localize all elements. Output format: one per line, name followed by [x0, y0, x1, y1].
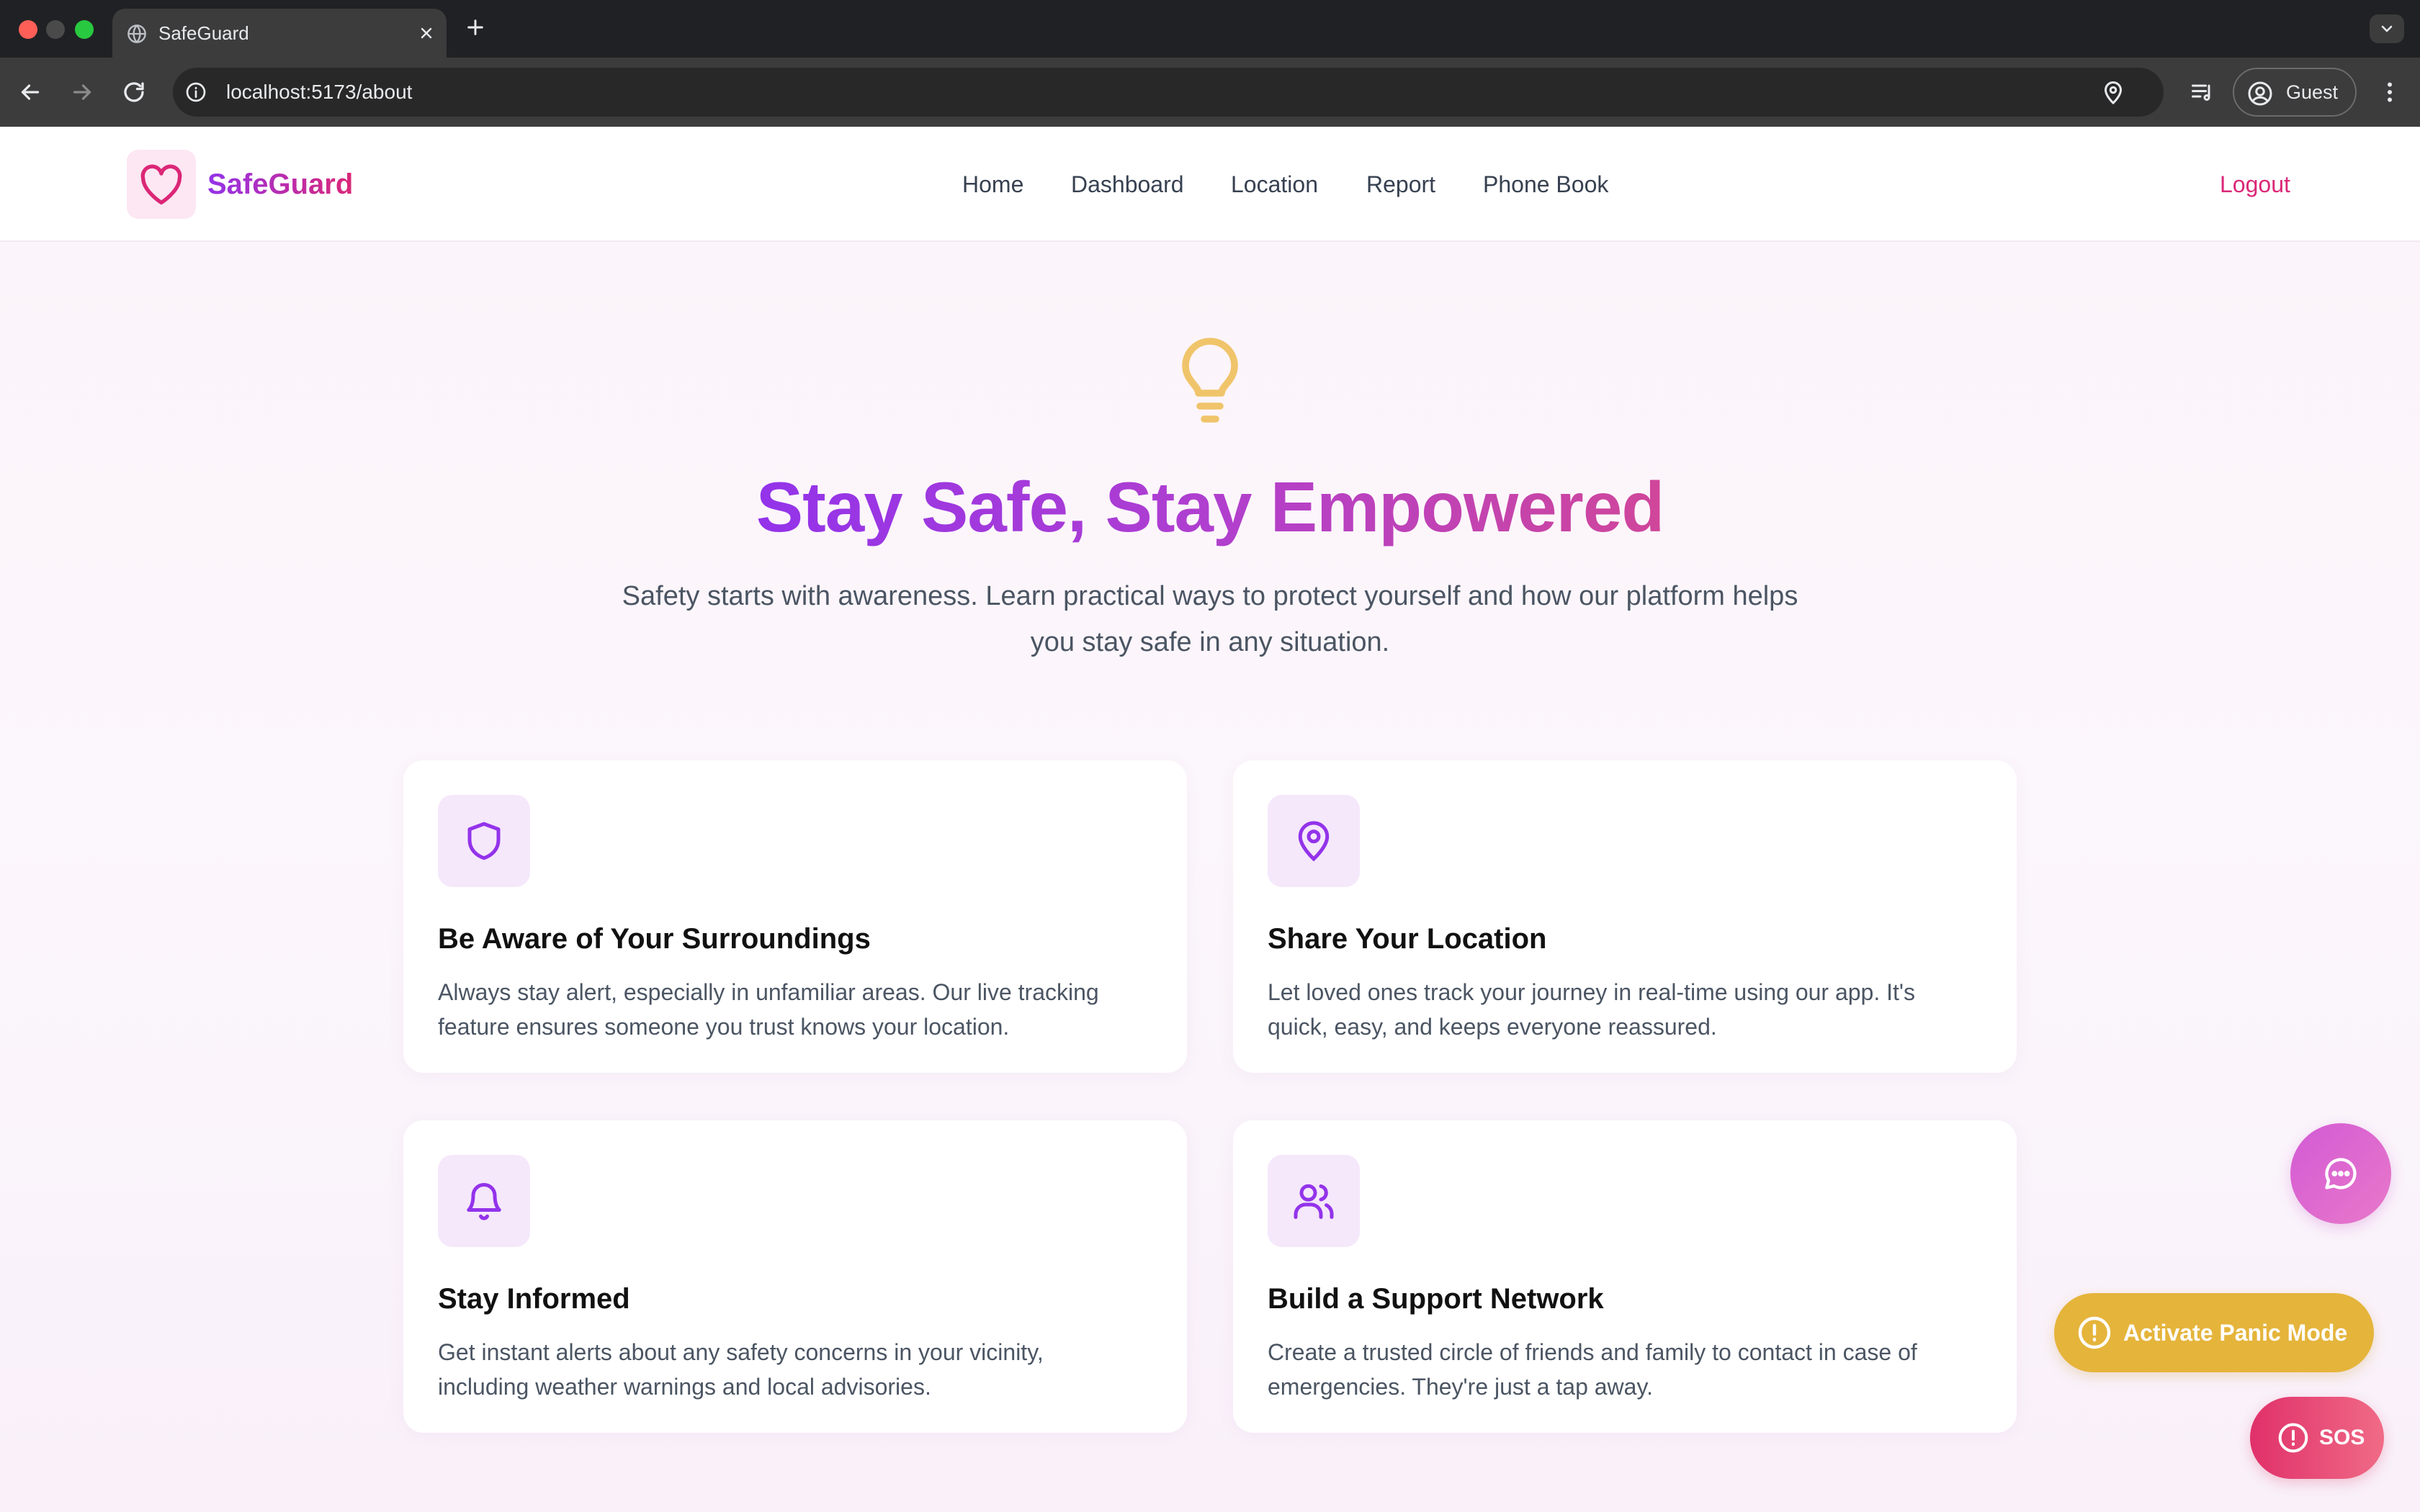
alert-circle-icon: [2278, 1423, 2308, 1453]
card-icon-box: [438, 1155, 530, 1247]
browser-tab-bar: SafeGuard: [0, 0, 2420, 58]
logo[interactable]: [127, 150, 196, 219]
sos-button-label: SOS: [2319, 1426, 2365, 1449]
card-title: Build a Support Network: [1268, 1283, 1604, 1315]
window-maximize-dot[interactable]: [75, 20, 94, 39]
users-icon: [1294, 1184, 1334, 1219]
globe-icon: [127, 24, 146, 43]
card-description: Get instant alerts about any safety conc…: [438, 1339, 1044, 1400]
alert-circle-icon: [2078, 1316, 2111, 1349]
shield-icon: [467, 822, 501, 860]
page-content: SafeGuard Home Dashboard Location Report…: [0, 127, 2420, 1512]
bell-icon: [467, 1183, 501, 1220]
map-pin-icon: [1298, 821, 1330, 862]
tip-card-surroundings: Be Aware of Your Surroundings Always sta…: [403, 760, 1187, 1073]
nav-link-dashboard[interactable]: Dashboard: [1071, 127, 1184, 242]
sos-button[interactable]: SOS: [2250, 1397, 2384, 1479]
message-circle-icon: [2325, 1158, 2357, 1189]
logout-link[interactable]: Logout: [2220, 127, 2290, 242]
tip-card-support-network: Build a Support Network Create a trusted…: [1233, 1120, 2017, 1433]
close-icon[interactable]: [418, 24, 435, 42]
url-text: localhost:5173/about: [226, 81, 413, 103]
card-icon-box: [1268, 795, 1360, 887]
card-icon-box: [1268, 1155, 1360, 1247]
nav-link-phone-book[interactable]: Phone Book: [1483, 127, 1608, 242]
activate-panic-mode-button[interactable]: Activate Panic Mode: [2054, 1293, 2374, 1372]
subtitle-line-1: Safety starts with awareness. Learn prac…: [622, 581, 1798, 611]
card-description: Create a trusted circle of friends and f…: [1268, 1339, 1917, 1400]
page-title: Stay Safe, Stay Empowered: [756, 467, 1664, 546]
tab-search-button[interactable]: [2370, 14, 2404, 43]
tab-title: SafeGuard: [158, 22, 249, 44]
card-title: Stay Informed: [438, 1283, 630, 1315]
lightbulb-icon: [1182, 338, 1238, 423]
plus-icon[interactable]: [464, 16, 487, 39]
window-close-dot[interactable]: [19, 20, 37, 39]
profile-button[interactable]: Guest: [2233, 68, 2357, 117]
card-title: Be Aware of Your Surroundings: [438, 923, 871, 955]
media-controls-icon[interactable]: [2190, 79, 2215, 105]
forward-arrow-icon[interactable]: [69, 79, 95, 105]
more-vertical-icon[interactable]: [2377, 79, 2403, 105]
heart-icon: [140, 164, 182, 204]
profile-label: Guest: [2286, 81, 2339, 103]
address-bar[interactable]: localhost:5173/about: [173, 68, 2164, 117]
card-icon-box: [438, 795, 530, 887]
tip-card-stay-informed: Stay Informed Get instant alerts about a…: [403, 1120, 1187, 1433]
card-description: Let loved ones track your journey in rea…: [1268, 979, 1916, 1040]
tip-card-share-location: Share Your Location Let loved ones track…: [1233, 760, 2017, 1073]
subtitle-line-2: you stay safe in any situation.: [1030, 627, 1390, 657]
nav-link-location[interactable]: Location: [1231, 127, 1318, 242]
card-title: Share Your Location: [1268, 923, 1547, 955]
site-navbar: SafeGuard Home Dashboard Location Report…: [0, 127, 2420, 242]
card-description: Always stay alert, especially in unfamil…: [438, 979, 1099, 1040]
site-info-icon[interactable]: [184, 81, 207, 104]
reload-icon[interactable]: [121, 79, 147, 105]
brand-name[interactable]: SafeGuard: [207, 127, 353, 242]
panic-button-label: Activate Panic Mode: [2123, 1320, 2348, 1346]
chevron-down-icon: [2381, 25, 2393, 32]
browser-tab[interactable]: SafeGuard: [112, 9, 447, 58]
page-subtitle: Safety starts with awareness. Learn prac…: [591, 573, 1829, 665]
browser-toolbar: localhost:5173/about Guest: [0, 58, 2420, 127]
nav-link-home[interactable]: Home: [962, 127, 1023, 242]
location-pin-icon[interactable]: [2100, 79, 2126, 105]
user-circle-icon: [2248, 81, 2272, 106]
back-arrow-icon[interactable]: [17, 79, 43, 105]
nav-link-report[interactable]: Report: [1366, 127, 1435, 242]
window-minimize-dot[interactable]: [46, 20, 65, 39]
chat-button[interactable]: [2290, 1123, 2391, 1224]
